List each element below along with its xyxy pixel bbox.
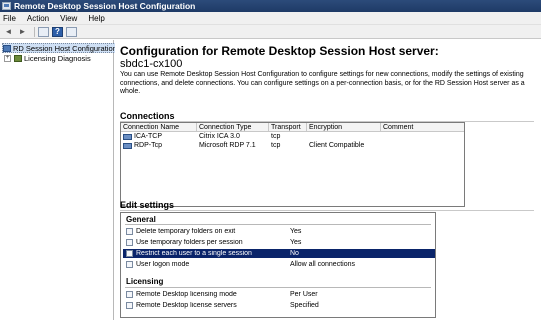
setting-value: No xyxy=(290,250,299,257)
general-group-title: General xyxy=(126,215,156,224)
column-header[interactable]: Encryption xyxy=(307,123,381,131)
connection-transport: tcp xyxy=(271,142,281,149)
setting-row-selected[interactable]: Restrict each user to a single session N… xyxy=(123,249,435,258)
group-divider xyxy=(125,224,431,225)
connections-title: Connections xyxy=(120,111,175,121)
connection-name: ICA-TCP xyxy=(134,133,162,140)
setting-name: Restrict each user to a single session xyxy=(136,250,252,257)
menu-help[interactable]: Help xyxy=(88,14,104,23)
toolbar: ◄ ► ? xyxy=(0,25,541,39)
setting-row[interactable]: Remote Desktop license servers Specified xyxy=(123,301,435,310)
setting-name: Delete temporary folders on exit xyxy=(136,228,236,235)
tree-item-label: RD Session Host Configuration: xyxy=(13,43,119,53)
menu-bar: File Action View Help xyxy=(0,12,541,25)
connection-transport: tcp xyxy=(271,133,281,140)
licensing-group-title: Licensing xyxy=(126,277,164,286)
tree-item-licensing-diagnosis[interactable]: + Licensing Diagnosis xyxy=(4,53,91,63)
connection-comment xyxy=(381,132,464,141)
edit-settings-divider xyxy=(120,210,534,211)
setting-name: Use temporary folders per session xyxy=(136,239,243,246)
page-title: Configuration for Remote Desktop Session… xyxy=(120,44,439,58)
edit-settings-list: General Delete temporary folders on exit… xyxy=(120,212,436,318)
toolbar-separator xyxy=(34,26,35,37)
column-header[interactable]: Connection Type xyxy=(197,123,269,131)
back-arrow-icon[interactable]: ◄ xyxy=(3,27,14,37)
setting-value: Yes xyxy=(290,228,302,235)
setting-icon xyxy=(126,302,133,309)
setting-name: Remote Desktop licensing mode xyxy=(136,291,237,298)
navigation-tree: RD Session Host Configuration: + Licensi… xyxy=(0,40,122,320)
menu-view[interactable]: View xyxy=(60,14,77,23)
tree-item-rd-session-host[interactable]: RD Session Host Configuration: xyxy=(2,43,122,53)
help-icon[interactable]: ? xyxy=(52,26,63,37)
server-name: sbdc1-cx100 xyxy=(120,58,183,70)
window-title: Remote Desktop Session Host Configuratio… xyxy=(14,1,196,11)
setting-icon xyxy=(126,239,133,246)
details-pane: Configuration for Remote Desktop Session… xyxy=(115,40,541,320)
table-row[interactable]: ICA-TCP Citrix ICA 3.0 tcp xyxy=(121,132,464,141)
setting-icon xyxy=(126,291,133,298)
table-row[interactable]: RDP-Tcp Microsoft RDP 7.1 tcp Client Com… xyxy=(121,141,464,150)
tree-item-label: Licensing Diagnosis xyxy=(24,53,91,63)
setting-value: Yes xyxy=(290,239,302,246)
setting-row[interactable]: Delete temporary folders on exit Yes xyxy=(123,227,435,236)
connections-table[interactable]: Connection Name Connection Type Transpor… xyxy=(120,122,465,207)
column-header[interactable]: Transport xyxy=(269,123,307,131)
app-icon xyxy=(2,2,11,10)
connection-type: Microsoft RDP 7.1 xyxy=(199,142,256,149)
column-header[interactable]: Comment xyxy=(381,123,464,131)
expand-plus-icon[interactable]: + xyxy=(4,54,11,62)
setting-row[interactable]: Use temporary folders per session Yes xyxy=(123,238,435,247)
diagnosis-icon xyxy=(14,54,22,62)
edit-settings-title: Edit settings xyxy=(120,200,175,210)
title-bar: Remote Desktop Session Host Configuratio… xyxy=(0,0,541,12)
intro-text: You can use Remote Desktop Session Host … xyxy=(120,71,525,95)
forward-arrow-icon[interactable]: ► xyxy=(17,27,28,37)
connection-name: RDP-Tcp xyxy=(134,142,163,149)
connection-icon xyxy=(123,133,132,140)
server-icon xyxy=(3,44,11,52)
setting-icon xyxy=(126,261,133,268)
setting-value: Allow all connections xyxy=(290,261,355,268)
connection-comment xyxy=(381,141,464,150)
connection-icon xyxy=(123,142,132,149)
setting-value: Per User xyxy=(290,291,318,298)
setting-name: Remote Desktop license servers xyxy=(136,302,237,309)
properties-icon[interactable] xyxy=(66,26,77,37)
setting-value: Specified xyxy=(290,302,319,309)
connection-encryption: Client Compatible xyxy=(309,142,365,149)
setting-name: User logon mode xyxy=(136,261,190,268)
connection-type: Citrix ICA 3.0 xyxy=(199,133,240,140)
connection-encryption xyxy=(307,132,381,141)
show-hide-tree-icon[interactable] xyxy=(38,26,49,37)
setting-icon xyxy=(126,250,133,257)
group-divider xyxy=(125,287,431,288)
menu-file[interactable]: File xyxy=(3,14,16,23)
setting-row[interactable]: Remote Desktop licensing mode Per User xyxy=(123,290,435,299)
column-header[interactable]: Connection Name xyxy=(121,123,197,131)
table-header: Connection Name Connection Type Transpor… xyxy=(121,123,464,132)
setting-row[interactable]: User logon mode Allow all connections xyxy=(123,260,435,269)
setting-icon xyxy=(126,228,133,235)
menu-action[interactable]: Action xyxy=(27,14,49,23)
